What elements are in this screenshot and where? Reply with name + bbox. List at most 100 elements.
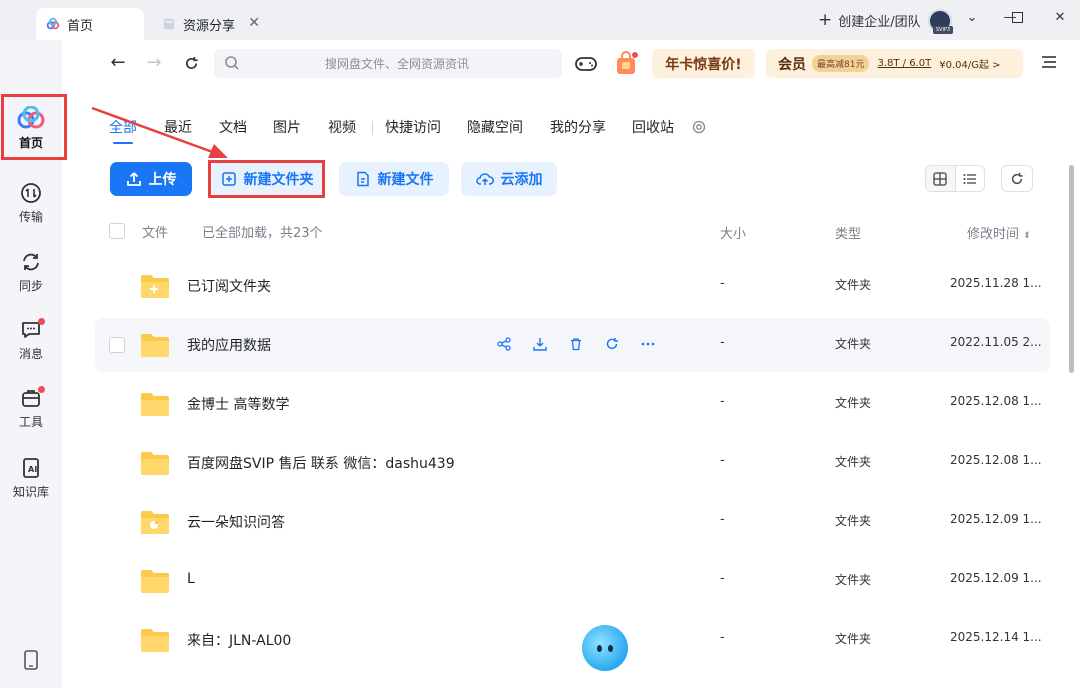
- assistant-mascot-button[interactable]: [582, 625, 628, 671]
- file-type: 文件夹: [835, 632, 872, 646]
- tab-quick-access[interactable]: 快捷访问: [385, 118, 441, 142]
- column-header-file[interactable]: 文件: [142, 222, 168, 241]
- promo-banner-button[interactable]: 年卡惊喜价!: [652, 49, 755, 78]
- file-name[interactable]: 百度网盘SVIP 售后 联系 微信：dashu439: [187, 453, 455, 473]
- file-name[interactable]: 我的应用数据: [187, 335, 271, 355]
- more-button[interactable]: [639, 335, 657, 353]
- maximize-button[interactable]: [1007, 10, 1027, 27]
- tab-my-shares[interactable]: 我的分享: [550, 118, 606, 142]
- scrollbar[interactable]: [1069, 165, 1074, 373]
- tab-recent[interactable]: 最近: [164, 118, 192, 142]
- sidebar-item-sync[interactable]: 同步: [0, 242, 62, 302]
- folder-icon-wrap: [139, 626, 171, 658]
- folder-icon-wrap: [139, 449, 171, 481]
- annotation-highlight-box: [208, 160, 325, 198]
- tab-hidden-space[interactable]: 隐藏空间: [467, 118, 523, 142]
- sync-share-button[interactable]: [603, 335, 621, 353]
- delete-button[interactable]: [567, 335, 585, 353]
- column-header-size[interactable]: 大小: [720, 223, 746, 242]
- loaded-count-text: 已全部加载，共23个: [202, 226, 323, 241]
- tab-images[interactable]: 图片: [273, 118, 301, 142]
- notification-dot: [38, 318, 45, 325]
- search-input[interactable]: [214, 49, 562, 78]
- vip-discount-badge: 最高减81元: [812, 55, 870, 72]
- sidebar-item-tools[interactable]: 工具: [0, 378, 62, 438]
- file-name[interactable]: 金博士 高等数学: [187, 394, 289, 414]
- folder-icon: [141, 393, 169, 416]
- folder-icon: [141, 511, 169, 534]
- game-center-button[interactable]: [574, 53, 598, 79]
- cloud-upload-icon: [475, 173, 494, 185]
- column-header-modified-label: 修改时间: [967, 227, 1020, 242]
- file-size: -: [720, 512, 725, 527]
- table-row[interactable]: 来自：JLN-AL00 - 文件夹 2025.12.14 1...: [95, 613, 1050, 667]
- file-name[interactable]: 云一朵知识问答: [187, 512, 285, 532]
- column-header-modified[interactable]: 修改时间 ⬍: [967, 223, 1031, 242]
- download-button[interactable]: [531, 335, 549, 353]
- tab-all[interactable]: 全部: [109, 118, 137, 144]
- dropdown-chevron-icon[interactable]: ⌄: [962, 10, 982, 25]
- folder-icon: [141, 452, 169, 475]
- sidebar-item-label: 消息: [18, 346, 43, 361]
- sidebar-item-knowledge[interactable]: AI 知识库: [0, 448, 62, 508]
- delete-icon: [567, 335, 585, 353]
- mascot-eye: [597, 645, 602, 652]
- table-row[interactable]: 我的应用数据 - 文件夹 2022.11.05 2...: [95, 318, 1050, 372]
- table-row[interactable]: L - 文件夹 2025.12.09 1...: [95, 554, 1050, 608]
- hamburger-menu-icon: [1042, 56, 1056, 68]
- vip-banner[interactable]: 会员 最高减81元 3.8T / 6.0T ¥0.04/G起 >: [766, 49, 1023, 78]
- sidebar-item-message[interactable]: 消息: [0, 310, 62, 370]
- close-window-button[interactable]: ✕: [1050, 10, 1070, 25]
- promo-label: 年卡惊喜价!: [665, 56, 742, 73]
- settings-gear-icon: [692, 120, 706, 134]
- file-name[interactable]: 已订阅文件夹: [187, 276, 271, 296]
- gift-bag-icon: [617, 51, 638, 74]
- tab-settings-button[interactable]: [692, 120, 706, 138]
- new-file-button[interactable]: 新建文件: [339, 162, 449, 196]
- table-row[interactable]: 云一朵知识问答 - 文件夹 2025.12.09 1...: [95, 495, 1050, 549]
- tab-home[interactable]: 首页: [36, 8, 144, 40]
- refresh-nav-button[interactable]: [180, 52, 202, 74]
- file-size: -: [720, 453, 725, 468]
- search-bar[interactable]: [214, 49, 562, 78]
- list-view-button[interactable]: [956, 166, 985, 191]
- cloud-add-button[interactable]: 云添加: [461, 162, 557, 196]
- sidebar-item-phone[interactable]: [0, 632, 62, 688]
- refresh-icon: [1011, 172, 1023, 184]
- folder-icon: [141, 334, 169, 357]
- tab-documents[interactable]: 文档: [219, 118, 247, 142]
- vip-label: 会员: [778, 56, 806, 73]
- share-button[interactable]: [495, 335, 513, 353]
- storage-usage: 3.8T / 6.0T: [877, 58, 932, 69]
- create-org-button[interactable]: + 创建企业/团队: [818, 10, 921, 30]
- file-name[interactable]: L: [187, 571, 195, 587]
- forward-button[interactable]: →: [143, 52, 165, 74]
- file-size: -: [720, 335, 725, 350]
- knowledge-ai-icon: AI: [23, 457, 39, 478]
- refresh-list-button[interactable]: [1001, 165, 1033, 192]
- avatar[interactable]: SVIP3: [928, 9, 953, 34]
- gift-button[interactable]: [614, 50, 638, 80]
- maximize-icon: [1011, 12, 1023, 23]
- download-icon: [531, 335, 549, 353]
- search-icon: [225, 56, 239, 70]
- file-size: -: [720, 276, 725, 291]
- tab-recycle-bin[interactable]: 回收站: [632, 118, 674, 142]
- table-row[interactable]: 已订阅文件夹 - 文件夹 2025.11.28 1...: [95, 259, 1050, 313]
- notification-dot: [38, 386, 45, 393]
- file-name[interactable]: 来自：JLN-AL00: [187, 630, 291, 650]
- row-checkbox[interactable]: [109, 337, 125, 353]
- main-menu-button[interactable]: [1041, 55, 1057, 73]
- grid-view-button[interactable]: [926, 166, 956, 191]
- tab-resource-share[interactable]: 资源分享 ✕: [152, 8, 270, 40]
- select-all-checkbox[interactable]: [109, 223, 125, 239]
- table-row[interactable]: 金博士 高等数学 - 文件夹 2025.12.08 1...: [95, 377, 1050, 431]
- close-tab-icon[interactable]: ✕: [248, 15, 260, 31]
- column-header-type[interactable]: 类型: [835, 223, 861, 242]
- tab-videos[interactable]: 视频: [328, 118, 356, 142]
- back-button[interactable]: ←: [107, 52, 129, 74]
- table-row[interactable]: 百度网盘SVIP 售后 联系 微信：dashu439 - 文件夹 2025.12.08…: [95, 436, 1050, 490]
- file-type: 文件夹: [835, 455, 872, 469]
- upload-button[interactable]: 上传: [110, 162, 192, 196]
- svip-badge: SVIP3: [933, 26, 953, 34]
